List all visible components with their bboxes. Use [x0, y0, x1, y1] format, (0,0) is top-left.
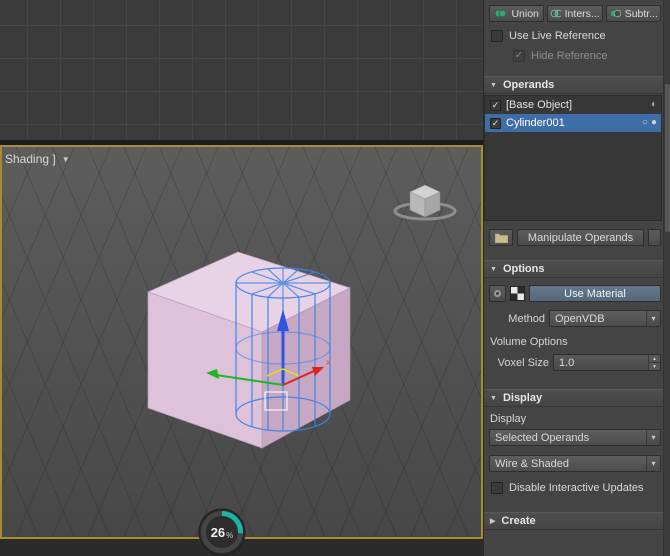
pick-material-button[interactable] — [489, 285, 506, 302]
chevron-down-icon[interactable]: ▾ — [646, 430, 660, 445]
hide-reference-row: ✓ Hide Reference — [513, 50, 670, 62]
viewport-label[interactable]: Shading ] ▼ — [5, 152, 70, 166]
options-section-header[interactable]: ▼ Options — [484, 260, 670, 278]
application-window: x Shading ] ▼ 26 % — [0, 0, 670, 556]
rollout-open-icon: ▼ — [490, 266, 497, 273]
progress-indicator: 26 % — [198, 508, 246, 556]
method-value: OpenVDB — [555, 313, 605, 325]
radio-dot-icon — [494, 290, 501, 297]
disable-interactive-updates-checkbox[interactable] — [491, 482, 503, 494]
voxel-size-label: Voxel Size — [489, 357, 549, 369]
intersection-label: Inters... — [565, 8, 600, 20]
operands-section-title: Operands — [503, 79, 554, 91]
shading-mode-dropdown[interactable]: Wire & Shaded ▾ — [489, 455, 661, 472]
manipulate-operands-label: Manipulate Operands — [528, 232, 633, 244]
display-section-title: Display — [503, 392, 542, 404]
panel-scrollbar[interactable] — [663, 0, 670, 556]
subtract-label: Subtr... — [625, 8, 658, 20]
union-label: Union — [511, 8, 538, 20]
more-tools-button[interactable] — [648, 229, 661, 246]
hide-reference-checkbox[interactable]: ✓ — [513, 50, 525, 62]
voxel-size-spinner[interactable]: ▲ ▼ — [648, 355, 660, 370]
progress-value: 26 — [211, 525, 225, 540]
x-axis-label: x — [326, 357, 331, 367]
spinner-up-icon[interactable]: ▲ — [649, 355, 660, 363]
disable-interactive-updates-row: Disable Interactive Updates — [491, 482, 670, 494]
checkmark-icon: ✓ — [492, 119, 500, 128]
voxel-size-field[interactable]: 1.0 ▲ ▼ — [553, 354, 661, 371]
operand-enabled-checkbox[interactable]: ✓ — [490, 100, 501, 111]
material-checker-icon[interactable] — [510, 286, 525, 301]
rollout-closed-icon: ▶ — [490, 517, 495, 525]
panel-scrollbar-thumb[interactable] — [665, 84, 670, 232]
operand-enabled-checkbox[interactable]: ✓ — [490, 118, 501, 129]
shading-mode-row: Wire & Shaded ▾ — [489, 455, 661, 472]
display-mode-value: Selected Operands — [495, 432, 589, 444]
display-mode-row: Selected Operands ▾ — [489, 429, 661, 446]
subtract-button[interactable]: Subtr... — [606, 5, 661, 22]
display-mode-dropdown[interactable]: Selected Operands ▾ — [489, 429, 661, 446]
scene-3d[interactable]: x — [2, 147, 481, 537]
operand-label: Cylinder001 — [506, 117, 565, 129]
method-label: Method — [489, 313, 545, 325]
folder-icon — [495, 233, 508, 243]
material-row: Use Material — [489, 285, 661, 302]
rollout-open-icon: ▼ — [490, 82, 497, 89]
method-dropdown[interactable]: OpenVDB ▾ — [549, 310, 661, 327]
operand-solid-icon[interactable]: ● — [651, 118, 657, 128]
options-section-title: Options — [503, 263, 545, 275]
intersection-icon — [550, 9, 560, 18]
shading-mode-value: Wire & Shaded — [495, 458, 569, 470]
voxel-size-value[interactable]: 1.0 — [554, 355, 648, 370]
scene-gizmo-cube — [395, 185, 455, 219]
volume-options-label: Volume Options — [490, 336, 670, 348]
use-live-reference-row: Use Live Reference — [491, 30, 670, 42]
checkmark-icon: ✓ — [515, 51, 523, 61]
display-label: Display — [490, 413, 670, 425]
use-material-button[interactable]: Use Material — [529, 285, 661, 302]
operand-label: [Base Object] — [506, 99, 572, 111]
use-material-label: Use Material — [564, 288, 626, 300]
intersection-button[interactable]: Inters... — [547, 5, 602, 22]
boolean-operation-row: Union Inters... Subtr... — [489, 5, 661, 22]
voxel-size-row: Voxel Size 1.0 ▲ ▼ — [489, 354, 661, 371]
box-operand[interactable] — [148, 252, 350, 448]
viewport-label-menu-arrow[interactable]: ▼ — [62, 155, 70, 164]
viewport-label-text: Shading ] — [5, 152, 56, 166]
create-section-header[interactable]: ▶ Create — [484, 512, 670, 530]
hide-reference-label: Hide Reference — [531, 50, 607, 62]
operand-display-icon[interactable]: ○ — [642, 118, 648, 128]
viewport-top[interactable] — [0, 0, 483, 140]
command-panel: Union Inters... Subtr... Use Live — [483, 0, 670, 556]
manipulate-operands-button[interactable]: Manipulate Operands — [517, 229, 644, 246]
checkmark-icon: ✓ — [492, 101, 500, 110]
operand-tools-row: Manipulate Operands — [489, 229, 661, 246]
chevron-down-icon[interactable]: ▾ — [646, 456, 660, 471]
operand-list[interactable]: ✓ [Base Object] ◐ ✓ Cylinder001 ○ ● — [484, 95, 662, 221]
open-folder-button[interactable] — [489, 229, 513, 246]
display-section-header[interactable]: ▼ Display — [484, 389, 670, 407]
use-live-reference-checkbox[interactable] — [491, 30, 503, 42]
create-section-title: Create — [501, 515, 535, 527]
operand-mode-icon[interactable]: ◐ — [651, 100, 657, 110]
viewport-main[interactable]: x Shading ] ▼ — [0, 145, 483, 539]
operand-row-base-object[interactable]: ✓ [Base Object] ◐ — [485, 96, 661, 114]
operands-section-header[interactable]: ▼ Operands — [484, 76, 670, 94]
use-live-reference-label: Use Live Reference — [509, 30, 606, 42]
union-icon — [494, 9, 507, 18]
progress-unit: % — [226, 531, 233, 540]
method-row: Method OpenVDB ▾ — [489, 310, 661, 327]
chevron-down-icon[interactable]: ▾ — [646, 311, 660, 326]
disable-interactive-updates-label: Disable Interactive Updates — [509, 482, 644, 494]
spinner-down-icon[interactable]: ▼ — [649, 363, 660, 370]
subtract-icon — [609, 9, 621, 18]
union-button[interactable]: Union — [489, 5, 544, 22]
operand-row-cylinder001[interactable]: ✓ Cylinder001 ○ ● — [485, 114, 661, 132]
rollout-open-icon: ▼ — [490, 395, 497, 402]
